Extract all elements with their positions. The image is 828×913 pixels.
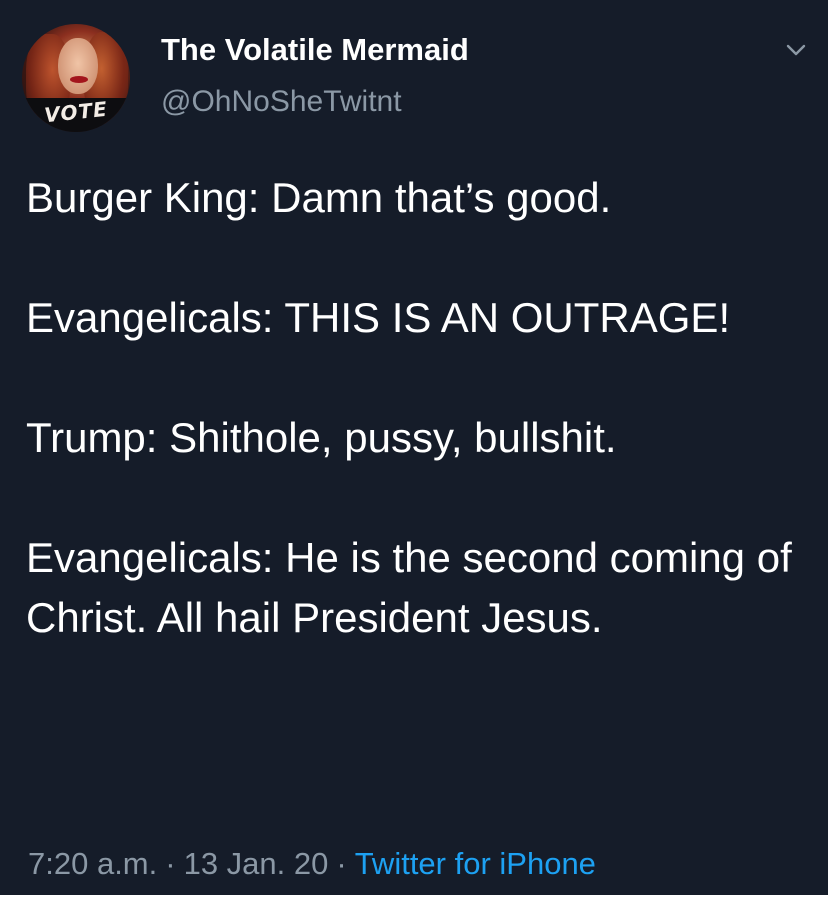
tweet-paragraph: Evangelicals: THIS IS AN OUTRAGE!	[26, 294, 731, 341]
tweet-source-link[interactable]: Twitter for iPhone	[355, 846, 596, 881]
avatar-lips	[70, 76, 88, 83]
avatar[interactable]: VOTE	[22, 24, 130, 132]
tweet-paragraph: Trump: Shithole, pussy, bullshit.	[26, 414, 617, 461]
tweet-card: VOTE The Volatile Mermaid @OhNoSheTwitnt…	[0, 0, 828, 895]
separator-dot: ·	[336, 846, 347, 881]
tweet-paragraph: Burger King: Damn that’s good.	[26, 174, 612, 221]
tweet-metadata: 7:20 a.m. · 13 Jan. 20 · Twitter for iPhone	[28, 846, 596, 882]
avatar-face	[58, 38, 98, 94]
tweet-paragraph: Evangelicals: He is the second coming of…	[26, 534, 792, 641]
author-display-name[interactable]: The Volatile Mermaid	[161, 32, 469, 68]
tweet-date[interactable]: 13 Jan. 20	[184, 846, 329, 881]
separator-dot: ·	[165, 846, 176, 881]
chevron-down-icon[interactable]	[782, 36, 810, 64]
author-handle[interactable]: @OhNoSheTwitnt	[161, 85, 402, 119]
tweet-time[interactable]: 7:20 a.m.	[28, 846, 157, 881]
tweet-text: Burger King: Damn that’s good. Evangelic…	[26, 168, 816, 648]
